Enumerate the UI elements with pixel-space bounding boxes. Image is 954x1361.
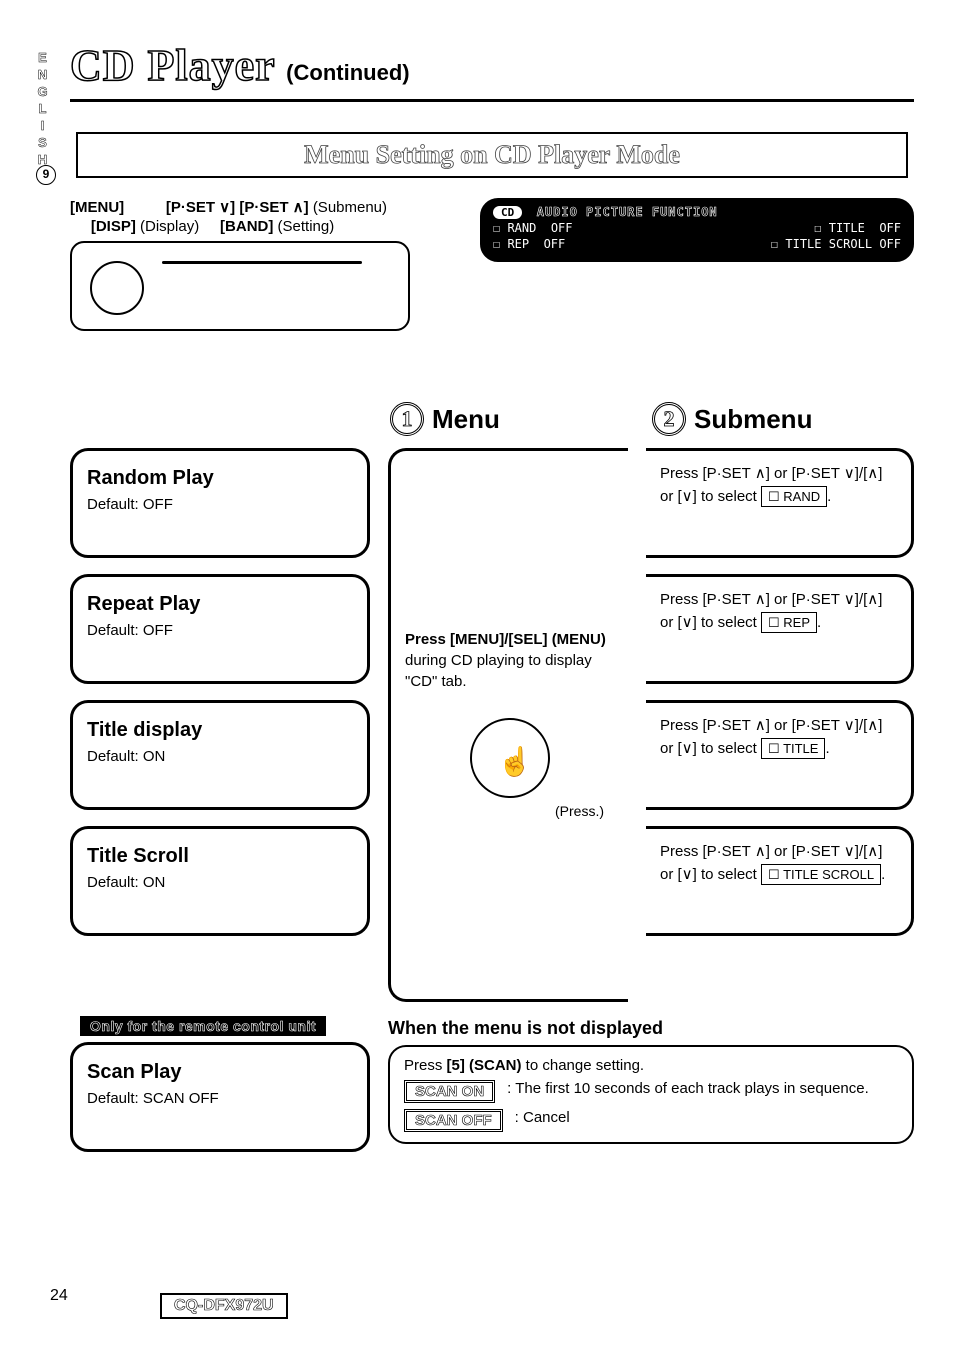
- title-main: CD Player: [70, 41, 276, 90]
- label-disp-note: (Display): [140, 218, 199, 235]
- lcd-rand: ☐ RAND: [493, 221, 536, 235]
- submenu-rep: Press [P·SET ∧] or [P·SET ∨]/[∧] or [∨] …: [646, 574, 914, 684]
- menu-instruction: Press [MENU]/[SEL] (MENU) during CD play…: [388, 448, 628, 1002]
- label-band: [BAND]: [220, 218, 273, 235]
- feature-default: Default: ON: [87, 748, 353, 765]
- scan-off-desc: : Cancel: [515, 1109, 570, 1126]
- press-label: (Press.): [555, 802, 614, 822]
- press-dial-icon: ☝: [470, 718, 550, 798]
- no-display-heading: When the menu is not displayed: [388, 1018, 914, 1039]
- feature-title: Scan Play: [87, 1061, 353, 1084]
- submenu-title: Press [P·SET ∧] or [P·SET ∨]/[∧] or [∨] …: [646, 700, 914, 810]
- feature-scan-play: Scan Play Default: SCAN OFF: [70, 1042, 370, 1152]
- page-title: CD Player (Continued): [70, 40, 914, 102]
- step-2-label: Submenu: [694, 404, 812, 435]
- feature-default: Default: OFF: [87, 622, 353, 639]
- scan-on-desc: : The first 10 seconds of each track pla…: [507, 1080, 869, 1097]
- scan-instruction-box: Press [5] (SCAN) to change setting. SCAN…: [388, 1045, 914, 1144]
- submenu-kbd: ☐ RAND: [761, 486, 827, 508]
- feature-random-play: Random Play Default: OFF: [70, 448, 370, 558]
- feature-title: Repeat Play: [87, 593, 353, 616]
- feature-title: Title Scroll: [87, 845, 353, 868]
- lcd-scroll: ☐ TITLE SCROLL: [771, 237, 872, 251]
- feature-title-display: Title display Default: ON: [70, 700, 370, 810]
- side-page-number: 9: [36, 165, 56, 185]
- scan-press-text: Press [5] (SCAN) to change setting.: [404, 1057, 898, 1074]
- lcd-tab: CD: [493, 206, 522, 219]
- step-1-header: 1 Menu: [390, 402, 652, 436]
- submenu-kbd: ☐ TITLE: [761, 738, 825, 760]
- page-number: 24: [50, 1287, 68, 1305]
- lcd-rep: ☐ REP: [493, 237, 529, 251]
- title-continued: (Continued): [286, 60, 409, 85]
- hand-icon: ☝: [498, 742, 533, 781]
- feature-title: Random Play: [87, 467, 353, 490]
- language-tab: ENGLISH: [35, 50, 50, 169]
- submenu-title-scroll: Press [P·SET ∧] or [P·SET ∨]/[∧] or [∨] …: [646, 826, 914, 936]
- model-badge: CQ-DFX972U: [160, 1293, 288, 1319]
- lcd-rand-val: OFF: [551, 221, 573, 235]
- scan-on-badge: SCAN ON: [404, 1080, 495, 1103]
- menu-line2: during CD playing to display: [405, 650, 606, 671]
- head-unit-icon: [70, 241, 410, 331]
- submenu-rand: Press [P·SET ∧] or [P·SET ∨]/[∧] or [∨] …: [646, 448, 914, 558]
- lcd-title-val: OFF: [879, 221, 901, 235]
- label-band-note: (Setting): [278, 218, 335, 235]
- section-banner: Menu Setting on CD Player Mode: [76, 132, 908, 178]
- lcd-scroll-val: OFF: [879, 237, 901, 251]
- feature-title-scroll: Title Scroll Default: ON: [70, 826, 370, 936]
- step-2-header: 2 Submenu: [652, 402, 914, 436]
- submenu-kbd: ☐ REP: [761, 612, 817, 634]
- label-menu: [MENU]: [70, 199, 124, 216]
- label-pset: [P·SET ∨] [P·SET ∧]: [166, 199, 309, 216]
- submenu-kbd: ☐ TITLE SCROLL: [761, 864, 881, 886]
- label-disp: [DISP]: [91, 218, 136, 235]
- scan-off-badge: SCAN OFF: [404, 1109, 503, 1132]
- remote-only-badge: Only for the remote control unit: [80, 1016, 326, 1036]
- feature-repeat-play: Repeat Play Default: OFF: [70, 574, 370, 684]
- feature-default: Default: OFF: [87, 496, 353, 513]
- feature-default: Default: ON: [87, 874, 353, 891]
- lcd-screen: CD AUDIO PICTURE FUNCTION ☐ RAND OFF ☐ T…: [480, 198, 914, 398]
- lcd-header: AUDIO PICTURE FUNCTION: [537, 205, 718, 219]
- feature-default: Default: SCAN OFF: [87, 1090, 353, 1107]
- banner-text: Menu Setting on CD Player Mode: [304, 140, 680, 169]
- step-1-number: 1: [390, 402, 424, 436]
- lcd-title: ☐ TITLE: [814, 221, 865, 235]
- menu-line3: "CD" tab.: [405, 671, 606, 692]
- feature-title: Title display: [87, 719, 353, 742]
- step-2-number: 2: [652, 402, 686, 436]
- device-diagram: [MENU] [P·SET ∨] [P·SET ∧] (Submenu) [DI…: [70, 198, 450, 398]
- step-1-label: Menu: [432, 404, 500, 435]
- lcd-rep-val: OFF: [544, 237, 566, 251]
- menu-line1: Press [MENU]/[SEL] (MENU): [405, 629, 606, 650]
- label-pset-note: (Submenu): [313, 199, 387, 216]
